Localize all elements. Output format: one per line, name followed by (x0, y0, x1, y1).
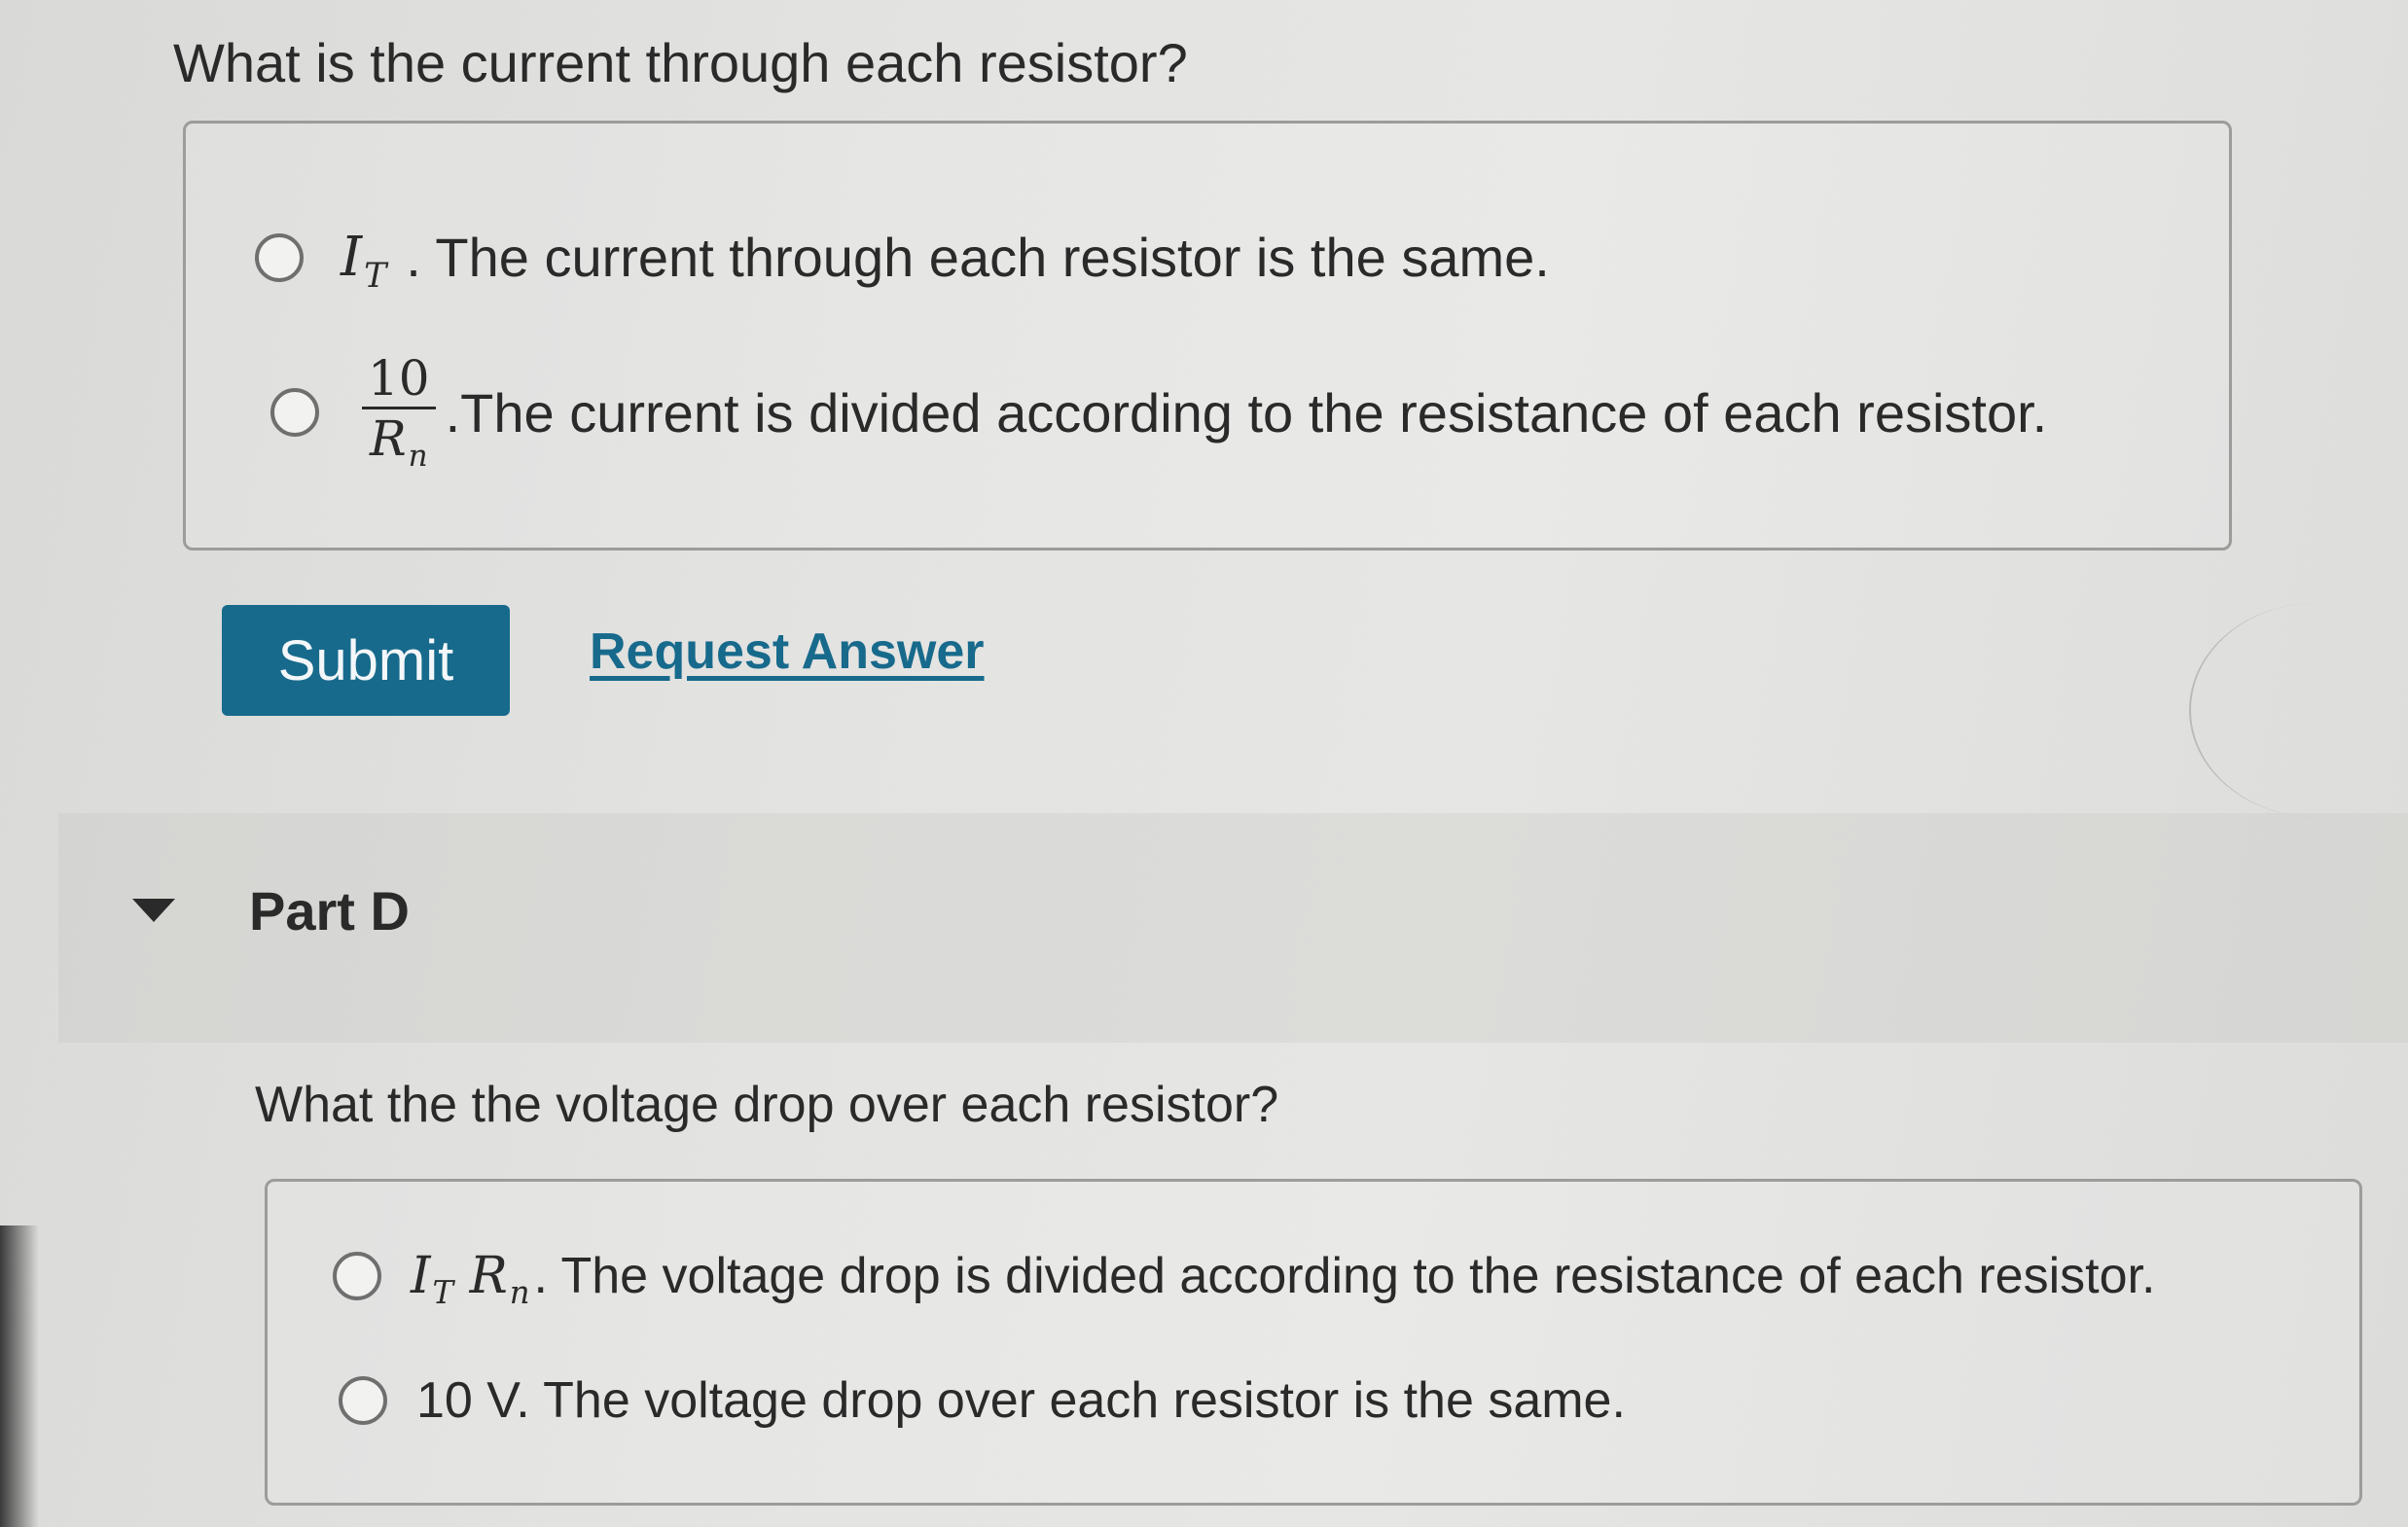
current-times-resistance-symbol: IT Rn (411, 1247, 530, 1311)
screen-glare (2189, 603, 2408, 817)
request-answer-link[interactable]: Request Answer (590, 622, 985, 681)
math-i: I (411, 1247, 431, 1305)
option-1-text: . The current through each resistor is t… (406, 227, 1550, 288)
part-d-option-2[interactable]: 10 V. The voltage drop over each resisto… (339, 1371, 1626, 1430)
radio-unchecked-icon[interactable] (333, 1252, 381, 1300)
fraction-10-over-rn: 10 Rn (362, 350, 436, 475)
part-d-title[interactable]: Part D (249, 879, 410, 942)
part-d-option-1[interactable]: IT Rn . The voltage drop is divided acco… (333, 1247, 2156, 1311)
radio-unchecked-icon[interactable] (270, 388, 319, 437)
math-sub-n: n (509, 1274, 530, 1312)
fraction-numerator: 10 (362, 350, 436, 409)
radio-unchecked-icon[interactable] (255, 232, 304, 282)
part-d-options-box (265, 1179, 2362, 1506)
part-c-question: What is the current through each resisto… (173, 32, 1188, 93)
part-c-option-2[interactable]: 10 Rn .The current is divided according … (270, 350, 2047, 475)
part-d-header[interactable] (58, 813, 2408, 1043)
caret-down-icon[interactable] (132, 899, 175, 922)
radio-unchecked-icon[interactable] (339, 1376, 387, 1425)
option-4-text: 10 V. The voltage drop over each resisto… (416, 1372, 1626, 1429)
math-i: I (341, 226, 363, 289)
math-r: R (370, 410, 407, 467)
part-c-options-box (183, 121, 2232, 550)
submit-button[interactable]: Submit (222, 605, 510, 716)
fraction-denominator: Rn (370, 409, 428, 475)
math-sub-t: T (364, 257, 387, 297)
option-2-text: .The current is divided according to the… (445, 381, 2048, 444)
part-c-option-1[interactable]: IT . The current through each resistor i… (255, 226, 1550, 296)
current-total-symbol: IT (341, 226, 386, 296)
math-r: R (469, 1247, 508, 1305)
photo-edge-shadow (0, 1225, 39, 1527)
part-d-question: What the the voltage drop over each resi… (255, 1077, 1279, 1133)
math-sub-t: T (432, 1274, 454, 1312)
math-sub-n: n (408, 438, 428, 474)
option-3-text: . The voltage drop is divided according … (533, 1248, 2156, 1304)
